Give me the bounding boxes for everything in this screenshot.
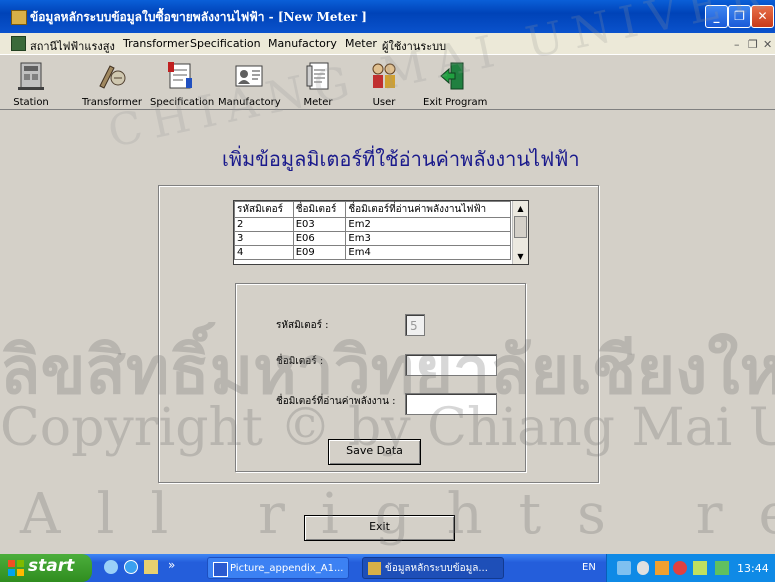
grid-cell[interactable]: Em2 <box>345 217 511 232</box>
meter-id-field[interactable]: 5 <box>405 314 425 336</box>
scroll-down-icon[interactable]: ▼ <box>513 249 528 264</box>
money-tray-icon[interactable] <box>715 561 729 575</box>
clock[interactable]: 13:44 <box>737 562 769 575</box>
system-tray: 13:44 <box>606 554 775 582</box>
toolbar-user-button[interactable]: User <box>365 55 403 109</box>
mdi-restore-button[interactable]: ❐ <box>748 38 758 51</box>
toolbar-specification-button[interactable]: Specification <box>150 55 215 109</box>
network-tray-icon[interactable] <box>617 561 631 575</box>
scroll-thumb[interactable] <box>514 216 527 238</box>
grid-cell[interactable]: 3 <box>234 231 294 246</box>
toolbar: Station Transformer Specification Manufa… <box>0 55 775 110</box>
toolbar-specification-label: Specification <box>150 97 215 108</box>
grid-cell[interactable]: E06 <box>292 231 347 246</box>
toolbar-manufactory-button[interactable]: Manufactory <box>218 55 281 109</box>
grid-scrollbar[interactable]: ▲ ▼ <box>512 201 528 264</box>
menu-manufactory[interactable]: Manufactory <box>268 37 337 50</box>
exit-button[interactable]: Exit <box>304 515 455 541</box>
grid-cell[interactable]: Em4 <box>345 245 511 260</box>
grid-header-row: รหัสมิเตอร์ ชื่อมิเตอร์ ชื่อมิเตอร์ที่อ่… <box>234 201 511 218</box>
grid-cell[interactable]: 2 <box>234 217 294 232</box>
taskbar: start » Picture_appendix_A1... ข้อมูลหลั… <box>0 554 775 582</box>
transformer-icon <box>99 65 126 89</box>
minimize-button[interactable]: _ <box>705 5 728 28</box>
maximize-button[interactable]: ❐ <box>728 5 751 28</box>
grid-cell[interactable]: 4 <box>234 245 294 260</box>
toolbar-user-label: User <box>372 97 396 108</box>
meter-reading-name-field[interactable] <box>405 393 497 415</box>
meter-grid[interactable]: รหัสมิเตอร์ ชื่อมิเตอร์ ชื่อมิเตอร์ที่อ่… <box>233 200 529 265</box>
toolbar-meter-button[interactable]: Meter <box>298 55 338 109</box>
window-title: ข้อมูลหลักระบบข้อมูลใบซื้อขายพลังงานไฟฟ้… <box>30 10 367 24</box>
manufactory-icon <box>235 65 263 87</box>
tray-app-icon[interactable] <box>655 561 669 575</box>
main-form: เพิ่มข้อมูลมิเตอร์ที่ใช้อ่านค่าพลังงานไฟ… <box>0 110 775 548</box>
meter-icon <box>306 62 329 90</box>
mdi-minimize-button[interactable]: – <box>734 38 740 51</box>
windows-logo-icon <box>8 560 24 576</box>
toolbar-station-label: Station <box>13 97 49 108</box>
menu-specification[interactable]: Specification <box>190 37 261 50</box>
task-picture-appendix-label: Picture_appendix_A1... <box>230 563 344 574</box>
toolbar-exit-program-label: Exit Program <box>423 97 488 108</box>
start-label: start <box>28 556 75 576</box>
menu-meter[interactable]: Meter <box>345 37 377 50</box>
page-title: เพิ่มข้อมูลมิเตอร์ที่ใช้อ่านค่าพลังงานไฟ… <box>222 147 580 171</box>
task-meter-app[interactable]: ข้อมูลหลักระบบข้อมูล... <box>362 557 504 579</box>
user-icon <box>372 63 396 88</box>
specification-icon <box>168 62 192 89</box>
quicklaunch-chevron-icon[interactable]: » <box>168 558 175 572</box>
meter-reading-name-label: ชื่อมิเตอร์ที่อ่านค่าพลังงาน : <box>276 396 396 407</box>
app-icon[interactable] <box>11 10 27 25</box>
grid-header-meter-name[interactable]: ชื่อมิเตอร์ <box>292 201 347 218</box>
grid-cell[interactable]: Em3 <box>345 231 511 246</box>
menu-station[interactable]: สถานีไฟฟ้าแรงสูง <box>30 37 115 55</box>
menu-users[interactable]: ผู้ใช้งานระบบ <box>382 37 446 55</box>
station-icon <box>18 62 44 90</box>
menu-bar: สถานีไฟฟ้าแรงสูง Transformer Specificati… <box>0 33 775 55</box>
toolbar-transformer-label: Transformer <box>81 97 142 108</box>
mdi-child-icon[interactable] <box>11 36 26 51</box>
meter-id-label: รหัสมิเตอร์ : <box>276 320 329 331</box>
task-meter-app-label: ข้อมูลหลักระบบข้อมูล... <box>385 563 488 574</box>
toolbar-exit-program-button[interactable]: Exit Program <box>423 55 488 109</box>
quicklaunch-desktop-icon[interactable] <box>104 560 118 574</box>
meter-name-field[interactable] <box>405 354 497 376</box>
save-data-button[interactable]: Save Data <box>328 439 421 465</box>
start-button[interactable]: start <box>0 554 92 582</box>
meter-name-label: ชื่อมิเตอร์ : <box>276 356 324 367</box>
title-bar[interactable]: ข้อมูลหลักระบบข้อมูลใบซื้อขายพลังงานไฟฟ้… <box>0 0 775 33</box>
table-row[interactable]: 4 E09 Em4 <box>234 245 511 260</box>
grid-cell[interactable]: E03 <box>292 217 347 232</box>
app-task-icon <box>368 562 381 575</box>
menu-transformer[interactable]: Transformer <box>123 37 189 50</box>
task-picture-appendix[interactable]: Picture_appendix_A1... <box>207 557 349 579</box>
toolbar-station-button[interactable]: Station <box>12 55 50 109</box>
word-doc-icon <box>213 562 228 577</box>
grid-cell[interactable]: E09 <box>292 245 347 260</box>
scroll-up-icon[interactable]: ▲ <box>513 201 528 216</box>
toolbar-transformer-button[interactable]: Transformer <box>80 55 144 109</box>
quicklaunch-ie-icon[interactable] <box>124 560 138 574</box>
close-button[interactable]: ✕ <box>751 5 774 28</box>
volume-tray-icon[interactable] <box>637 561 649 575</box>
table-row[interactable]: 2 E03 Em2 <box>234 217 511 232</box>
table-row[interactable]: 3 E06 Em3 <box>234 231 511 246</box>
toolbar-meter-label: Meter <box>303 97 333 108</box>
toolbar-manufactory-label: Manufactory <box>218 97 281 108</box>
exit-program-icon <box>440 62 464 90</box>
language-indicator[interactable]: EN <box>582 562 596 573</box>
grid-header-meter-id[interactable]: รหัสมิเตอร์ <box>234 201 294 218</box>
mdi-close-button[interactable]: ✕ <box>763 38 772 51</box>
tray-misc-icon[interactable] <box>693 561 707 575</box>
grid-header-meter-reading-name[interactable]: ชื่อมิเตอร์ที่อ่านค่าพลังงานไฟฟ้า <box>345 201 511 218</box>
quicklaunch-explorer-icon[interactable] <box>144 560 158 574</box>
security-tray-icon[interactable] <box>673 561 687 575</box>
